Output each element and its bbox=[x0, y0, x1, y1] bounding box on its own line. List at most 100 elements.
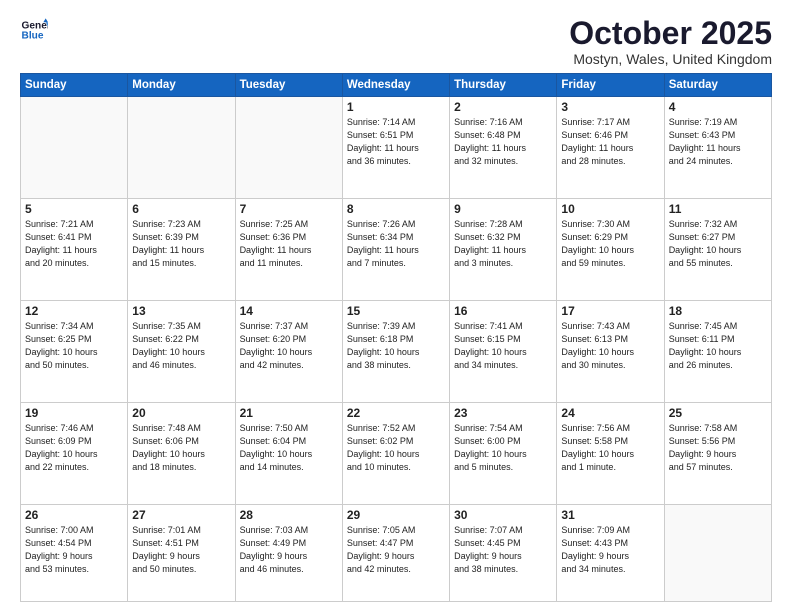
day-info: Sunrise: 7:00 AMSunset: 4:54 PMDaylight:… bbox=[25, 524, 123, 576]
day-info: Sunrise: 7:56 AMSunset: 5:58 PMDaylight:… bbox=[561, 422, 659, 474]
day-number: 4 bbox=[669, 100, 767, 114]
day-info: Sunrise: 7:34 AMSunset: 6:25 PMDaylight:… bbox=[25, 320, 123, 372]
day-number: 23 bbox=[454, 406, 552, 420]
table-row: 7 Sunrise: 7:25 AMSunset: 6:36 PMDaylight… bbox=[235, 199, 342, 301]
day-info: Sunrise: 7:05 AMSunset: 4:47 PMDaylight:… bbox=[347, 524, 445, 576]
table-row: 24 Sunrise: 7:56 AMSunset: 5:58 PMDayligh… bbox=[557, 403, 664, 505]
day-number: 10 bbox=[561, 202, 659, 216]
logo-icon: General Blue bbox=[20, 16, 48, 44]
day-number: 25 bbox=[669, 406, 767, 420]
day-number: 28 bbox=[240, 508, 338, 522]
day-info: Sunrise: 7:28 AMSunset: 6:32 PMDaylight:… bbox=[454, 218, 552, 270]
day-info: Sunrise: 7:39 AMSunset: 6:18 PMDaylight:… bbox=[347, 320, 445, 372]
table-row: 4 Sunrise: 7:19 AMSunset: 6:43 PMDaylight… bbox=[664, 97, 771, 199]
day-number: 22 bbox=[347, 406, 445, 420]
table-row: 22Sunrise: 7:52 AMSunset: 6:02 PMDayligh… bbox=[342, 403, 449, 505]
day-number: 15 bbox=[347, 304, 445, 318]
day-number: 8 bbox=[347, 202, 445, 216]
day-number: 7 bbox=[240, 202, 338, 216]
day-info: Sunrise: 7:14 AMSunset: 6:51 PMDaylight:… bbox=[347, 116, 445, 168]
table-row: 20 Sunrise: 7:48 AMSunset: 6:06 PMDayligh… bbox=[128, 403, 235, 505]
day-number: 29 bbox=[347, 508, 445, 522]
table-row: 11 Sunrise: 7:32 AMSunset: 6:27 PMDayligh… bbox=[664, 199, 771, 301]
day-number: 26 bbox=[25, 508, 123, 522]
day-info: Sunrise: 7:23 AMSunset: 6:39 PMDaylight:… bbox=[132, 218, 230, 270]
table-row: 12 Sunrise: 7:34 AMSunset: 6:25 PMDayligh… bbox=[21, 301, 128, 403]
table-row: 31 Sunrise: 7:09 AMSunset: 4:43 PMDayligh… bbox=[557, 505, 664, 602]
table-row: 19Sunrise: 7:46 AMSunset: 6:09 PMDayligh… bbox=[21, 403, 128, 505]
day-number: 20 bbox=[132, 406, 230, 420]
day-info: Sunrise: 7:46 AMSunset: 6:09 PMDaylight:… bbox=[25, 422, 123, 474]
col-friday: Friday bbox=[557, 74, 664, 97]
day-number: 18 bbox=[669, 304, 767, 318]
day-number: 3 bbox=[561, 100, 659, 114]
day-number: 11 bbox=[669, 202, 767, 216]
table-row: 27 Sunrise: 7:01 AMSunset: 4:51 PMDayligh… bbox=[128, 505, 235, 602]
location: Mostyn, Wales, United Kingdom bbox=[569, 51, 772, 67]
day-number: 5 bbox=[25, 202, 123, 216]
table-row: 29 Sunrise: 7:05 AMSunset: 4:47 PMDayligh… bbox=[342, 505, 449, 602]
table-row: 2Sunrise: 7:16 AMSunset: 6:48 PMDaylight… bbox=[450, 97, 557, 199]
table-row: 3 Sunrise: 7:17 AMSunset: 6:46 PMDaylight… bbox=[557, 97, 664, 199]
table-row: 13 Sunrise: 7:35 AMSunset: 6:22 PMDayligh… bbox=[128, 301, 235, 403]
day-info: Sunrise: 7:32 AMSunset: 6:27 PMDaylight:… bbox=[669, 218, 767, 270]
day-number: 1 bbox=[347, 100, 445, 114]
day-info: Sunrise: 7:01 AMSunset: 4:51 PMDaylight:… bbox=[132, 524, 230, 576]
day-info: Sunrise: 7:17 AMSunset: 6:46 PMDaylight:… bbox=[561, 116, 659, 168]
day-info: Sunrise: 7:37 AMSunset: 6:20 PMDaylight:… bbox=[240, 320, 338, 372]
table-row: 9 Sunrise: 7:28 AMSunset: 6:32 PMDaylight… bbox=[450, 199, 557, 301]
col-monday: Monday bbox=[128, 74, 235, 97]
day-info: Sunrise: 7:19 AMSunset: 6:43 PMDaylight:… bbox=[669, 116, 767, 168]
day-info: Sunrise: 7:45 AMSunset: 6:11 PMDaylight:… bbox=[669, 320, 767, 372]
day-number: 2 bbox=[454, 100, 552, 114]
calendar-header-row: Sunday Monday Tuesday Wednesday Thursday… bbox=[21, 74, 772, 97]
table-row: 16Sunrise: 7:41 AMSunset: 6:15 PMDayligh… bbox=[450, 301, 557, 403]
table-row: 17 Sunrise: 7:43 AMSunset: 6:13 PMDayligh… bbox=[557, 301, 664, 403]
table-row: 18 Sunrise: 7:45 AMSunset: 6:11 PMDayligh… bbox=[664, 301, 771, 403]
day-number: 27 bbox=[132, 508, 230, 522]
day-number: 13 bbox=[132, 304, 230, 318]
day-number: 21 bbox=[240, 406, 338, 420]
table-row: 6Sunrise: 7:23 AMSunset: 6:39 PMDaylight… bbox=[128, 199, 235, 301]
table-row: 28 Sunrise: 7:03 AMSunset: 4:49 PMDayligh… bbox=[235, 505, 342, 602]
day-info: Sunrise: 7:26 AMSunset: 6:34 PMDaylight:… bbox=[347, 218, 445, 270]
table-row: 5 Sunrise: 7:21 AMSunset: 6:41 PMDaylight… bbox=[21, 199, 128, 301]
day-info: Sunrise: 7:58 AMSunset: 5:56 PMDaylight:… bbox=[669, 422, 767, 474]
table-row bbox=[664, 505, 771, 602]
day-number: 14 bbox=[240, 304, 338, 318]
col-sunday: Sunday bbox=[21, 74, 128, 97]
day-info: Sunrise: 7:41 AMSunset: 6:15 PMDaylight:… bbox=[454, 320, 552, 372]
table-row: 25 Sunrise: 7:58 AMSunset: 5:56 PMDayligh… bbox=[664, 403, 771, 505]
month-title: October 2025 bbox=[569, 16, 772, 51]
day-info: Sunrise: 7:48 AMSunset: 6:06 PMDaylight:… bbox=[132, 422, 230, 474]
day-info: Sunrise: 7:43 AMSunset: 6:13 PMDaylight:… bbox=[561, 320, 659, 372]
table-row: 26 Sunrise: 7:00 AMSunset: 4:54 PMDayligh… bbox=[21, 505, 128, 602]
calendar-table: Sunday Monday Tuesday Wednesday Thursday… bbox=[20, 73, 772, 602]
logo: General Blue bbox=[20, 16, 48, 44]
col-tuesday: Tuesday bbox=[235, 74, 342, 97]
day-info: Sunrise: 7:35 AMSunset: 6:22 PMDaylight:… bbox=[132, 320, 230, 372]
table-row bbox=[21, 97, 128, 199]
col-wednesday: Wednesday bbox=[342, 74, 449, 97]
col-thursday: Thursday bbox=[450, 74, 557, 97]
day-info: Sunrise: 7:07 AMSunset: 4:45 PMDaylight:… bbox=[454, 524, 552, 576]
page: General Blue October 2025 Mostyn, Wales,… bbox=[0, 0, 792, 612]
day-number: 30 bbox=[454, 508, 552, 522]
day-number: 12 bbox=[25, 304, 123, 318]
day-info: Sunrise: 7:30 AMSunset: 6:29 PMDaylight:… bbox=[561, 218, 659, 270]
day-info: Sunrise: 7:25 AMSunset: 6:36 PMDaylight:… bbox=[240, 218, 338, 270]
day-number: 17 bbox=[561, 304, 659, 318]
day-number: 24 bbox=[561, 406, 659, 420]
table-row: 14 Sunrise: 7:37 AMSunset: 6:20 PMDayligh… bbox=[235, 301, 342, 403]
col-saturday: Saturday bbox=[664, 74, 771, 97]
table-row: 23 Sunrise: 7:54 AMSunset: 6:00 PMDayligh… bbox=[450, 403, 557, 505]
day-info: Sunrise: 7:03 AMSunset: 4:49 PMDaylight:… bbox=[240, 524, 338, 576]
day-number: 31 bbox=[561, 508, 659, 522]
day-info: Sunrise: 7:09 AMSunset: 4:43 PMDaylight:… bbox=[561, 524, 659, 576]
table-row: 30 Sunrise: 7:07 AMSunset: 4:45 PMDayligh… bbox=[450, 505, 557, 602]
table-row bbox=[235, 97, 342, 199]
day-number: 9 bbox=[454, 202, 552, 216]
table-row: 21Sunrise: 7:50 AMSunset: 6:04 PMDayligh… bbox=[235, 403, 342, 505]
day-info: Sunrise: 7:21 AMSunset: 6:41 PMDaylight:… bbox=[25, 218, 123, 270]
day-info: Sunrise: 7:54 AMSunset: 6:00 PMDaylight:… bbox=[454, 422, 552, 474]
